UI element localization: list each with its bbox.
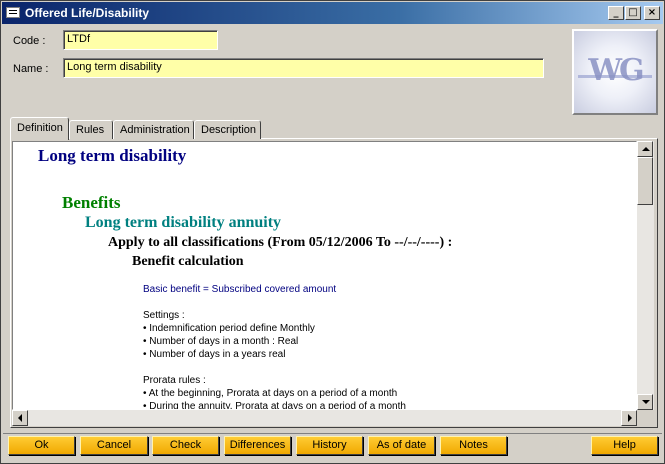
- window-title: Offered Life/Disability: [25, 6, 150, 20]
- vertical-scrollbar[interactable]: [637, 141, 654, 410]
- document-title: Long term disability: [38, 146, 187, 165]
- main-window: Offered Life/Disability _ □ × Code : LTD…: [0, 0, 665, 464]
- tab-rules[interactable]: Rules: [69, 120, 113, 139]
- minimize-button[interactable]: _: [608, 6, 624, 20]
- maximize-button[interactable]: □: [625, 6, 641, 20]
- tab-description[interactable]: Description: [194, 120, 261, 139]
- scroll-up-button[interactable]: [637, 141, 653, 157]
- prorata-item: • During the annuity, Prorata at days on…: [143, 401, 406, 410]
- scroll-corner: [637, 410, 654, 426]
- ok-button[interactable]: Ok: [8, 436, 75, 455]
- horizontal-scrollbar[interactable]: [12, 410, 637, 426]
- logo-mark: WG: [588, 53, 644, 88]
- prorata-item: • At the beginning, Prorata at days on a…: [143, 388, 398, 399]
- history-button[interactable]: History: [296, 436, 363, 455]
- section-heading: Benefits: [62, 193, 121, 212]
- notes-button[interactable]: Notes: [440, 436, 507, 455]
- settings-item: • Indemnification period define Monthly: [143, 323, 315, 334]
- name-label: Name :: [13, 63, 49, 75]
- arrow-down-icon: [642, 400, 650, 404]
- code-field[interactable]: LTDf: [63, 30, 218, 50]
- tab-administration[interactable]: Administration: [113, 120, 194, 139]
- scroll-left-button[interactable]: [12, 410, 28, 426]
- scroll-right-button[interactable]: [621, 410, 637, 426]
- calc-heading: Benefit calculation: [132, 254, 244, 269]
- scroll-down-button[interactable]: [637, 394, 653, 410]
- code-label: Code :: [13, 35, 46, 47]
- settings-label: Settings :: [143, 310, 185, 321]
- prorata-label: Prorata rules :: [143, 375, 206, 386]
- company-logo: WG: [572, 29, 658, 115]
- arrow-left-icon: [18, 414, 22, 422]
- formula-text: Basic benefit = Subscribed covered amoun…: [143, 284, 337, 295]
- as-of-date-button[interactable]: As of date: [368, 436, 435, 455]
- cancel-button[interactable]: Cancel: [80, 436, 148, 455]
- arrow-right-icon: [628, 414, 632, 422]
- document-view[interactable]: Long term disability Benefits Long term …: [12, 141, 637, 410]
- name-field[interactable]: Long term disability: [63, 58, 544, 78]
- check-button[interactable]: Check: [152, 436, 219, 455]
- arrow-up-icon: [642, 147, 650, 151]
- title-bar[interactable]: Offered Life/Disability _ □ ×: [2, 2, 663, 24]
- close-button[interactable]: ×: [644, 6, 660, 20]
- applies-line: Apply to all classifications (From 05/12…: [108, 235, 453, 250]
- subsection-heading: Long term disability annuity: [85, 214, 282, 231]
- scroll-thumb[interactable]: [637, 157, 653, 205]
- settings-item: • Number of days in a years real: [143, 349, 286, 360]
- differences-button[interactable]: Differences: [224, 436, 291, 455]
- help-button[interactable]: Help: [591, 436, 658, 455]
- tab-definition[interactable]: Definition: [10, 117, 69, 140]
- window-icon: [6, 7, 20, 18]
- settings-item: • Number of days in a month : Real: [143, 336, 299, 347]
